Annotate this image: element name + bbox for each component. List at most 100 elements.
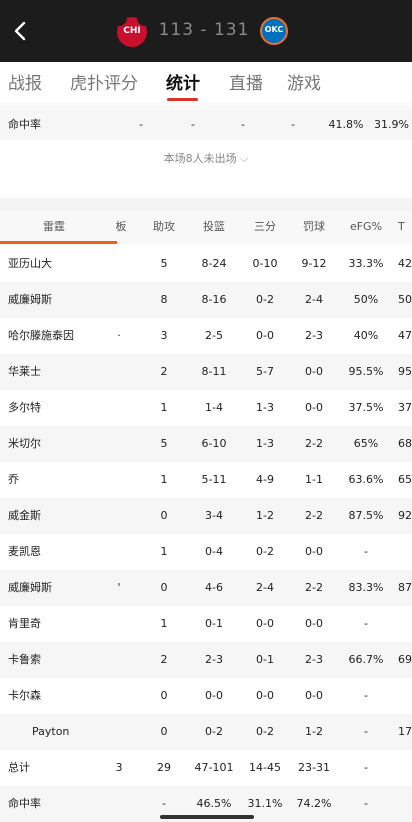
table-row[interactable]: 卡鲁索 2 2-3 0-1 2-3 66.7% 69	[0, 642, 412, 678]
prev-team-pct-value: -	[191, 118, 195, 131]
column-header: 罚球	[303, 220, 325, 233]
stat-cell: 2-2	[305, 437, 323, 450]
column-header: 助攻	[153, 220, 175, 233]
stats-table-header: 雷霆 板 助攻 投篮 三分 罚球 eFG% T	[0, 210, 412, 244]
stat-cell: 0	[160, 689, 168, 702]
bull-horn-right	[137, 18, 145, 26]
prev-team-pct-value: -	[241, 118, 245, 131]
stat-cell	[112, 678, 126, 714]
stat-cell: -	[364, 797, 368, 810]
stat-cell: 0-1	[256, 653, 274, 666]
stat-cell: 4-6	[205, 581, 223, 594]
stat-cell: -	[364, 689, 368, 702]
stat-cell: 8	[160, 293, 168, 306]
stat-cell: 42	[398, 257, 412, 270]
player-name[interactable]: 麦凯恩	[8, 534, 108, 570]
stat-cell: 1-3	[256, 437, 274, 450]
table-row[interactable]: 哈尔滕施泰因 · 3 2-5 0-0 2-3 40% 47	[0, 318, 412, 354]
stat-cell	[112, 714, 126, 750]
stat-cell: 5-11	[201, 473, 227, 486]
stat-cell: 0-2	[256, 725, 274, 738]
stat-cell: 5-7	[256, 365, 274, 378]
stat-cell: 0-0	[305, 545, 323, 558]
stat-cell: 5	[160, 257, 168, 270]
stat-cell: 63.6%	[348, 473, 384, 486]
stat-cell	[398, 678, 412, 714]
prev-team-pct-value: 41.8%	[328, 118, 364, 131]
stat-cell: 69	[398, 653, 412, 666]
player-name[interactable]: 哈尔滕施泰因	[8, 318, 108, 354]
column-header: eFG%	[349, 220, 383, 233]
stat-cell: 0	[160, 725, 168, 738]
player-name: 命中率	[8, 797, 41, 810]
stat-cell	[398, 750, 412, 786]
table-row[interactable]: 肯里奇 1 0-1 0-0 0-0 -	[0, 606, 412, 642]
game-score: 113 - 131	[158, 20, 250, 40]
player-name[interactable]: 肯里奇	[8, 606, 108, 642]
stat-cell: 14-45	[249, 761, 281, 774]
player-name[interactable]: 威廉姆斯	[8, 282, 108, 318]
home-team-logo[interactable]: CHI	[117, 17, 147, 47]
stat-cell: 83.3%	[348, 581, 384, 594]
stat-cell: 74.2%	[296, 797, 332, 810]
stat-cell: 0	[160, 509, 168, 522]
player-name[interactable]: 威廉姆斯	[8, 570, 108, 606]
player-name[interactable]: 卡尔森	[8, 678, 108, 714]
stat-cell: 40%	[353, 329, 379, 342]
tab-games[interactable]: 游戏	[287, 69, 321, 94]
away-team-logo[interactable]: OKC	[260, 17, 288, 45]
stat-cell: 1-1	[305, 473, 323, 486]
table-row[interactable]: 多尔特 1 1-4 1-3 0-0 37.5% 37	[0, 390, 412, 426]
table-row[interactable]: 威廉姆斯 ' 0 4-6 2-4 2-2 83.3% 87	[0, 570, 412, 606]
table-row[interactable]: 亚历山大 5 8-24 0-10 9-12 33.3% 42	[0, 246, 412, 282]
stat-cell: 68	[398, 437, 412, 450]
stat-cell: 23-31	[298, 761, 330, 774]
player-name[interactable]: 乔	[8, 462, 108, 498]
table-row[interactable]: 卡尔森 0 0-0 0-0 0-0 -	[0, 678, 412, 714]
player-name[interactable]: 亚历山大	[8, 246, 108, 282]
stat-cell: 0-0	[256, 689, 274, 702]
stat-cell	[112, 246, 126, 282]
stat-cell: 37.5%	[348, 401, 384, 414]
table-row[interactable]: 米切尔 5 6-10 1-3 2-2 65% 68	[0, 426, 412, 462]
table-row[interactable]: 乔 1 5-11 4-9 1-1 63.6% 65	[0, 462, 412, 498]
player-name[interactable]: 多尔特	[8, 390, 108, 426]
prev-team-pct-value: 31.9%	[374, 118, 409, 131]
stat-cell: ·	[117, 329, 121, 342]
tab-stats[interactable]: 统计	[166, 69, 200, 94]
table-row[interactable]: 麦凯恩 1 0-4 0-2 0-0 -	[0, 534, 412, 570]
stat-cell: 1	[160, 617, 168, 630]
player-name[interactable]: 米切尔	[8, 426, 108, 462]
prev-team-pct-value: -	[139, 118, 143, 131]
game-tabs: 战报 虎扑评分 统计 直播 游戏	[0, 62, 412, 102]
stat-cell: 50%	[353, 293, 379, 306]
stat-cell: -	[364, 761, 368, 774]
table-row[interactable]: 威金斯 0 3-4 1-2 2-2 87.5% 92	[0, 498, 412, 534]
stat-cell	[398, 786, 412, 822]
player-name[interactable]: 威金斯	[8, 498, 108, 534]
table-row[interactable]: 威廉姆斯 8 8-16 0-2 2-4 50% 50	[0, 282, 412, 318]
stat-cell: 0-0	[256, 617, 274, 630]
stat-cell: 47	[398, 329, 412, 342]
sep	[0, 198, 412, 210]
stat-cell: 1	[160, 545, 168, 558]
table-row[interactable]: 华莱士 2 8-11 5-7 0-0 95.5% 95	[0, 354, 412, 390]
tab-live[interactable]: 直播	[229, 69, 263, 94]
stat-cell: 65%	[353, 437, 379, 450]
stat-cell	[398, 606, 412, 642]
player-name[interactable]: 华莱士	[8, 354, 108, 390]
stat-cell: 29	[157, 761, 171, 774]
tab-hupu-rating[interactable]: 虎扑评分	[70, 69, 138, 94]
stat-cell: 50	[398, 293, 412, 306]
stat-cell: 0-4	[205, 545, 223, 558]
team-name-header[interactable]: 雷霆	[0, 210, 108, 244]
table-row[interactable]: Payton 0 0-2 0-2 1-2-17	[0, 714, 412, 750]
dnp-toggle[interactable]: 本场8人未出场 ⌵	[0, 150, 412, 166]
tab-report[interactable]: 战报	[8, 69, 42, 94]
stat-cell: 2-2	[305, 581, 323, 594]
stat-cell: 0-0	[305, 689, 323, 702]
stat-cell	[112, 534, 126, 570]
stat-cell: 0-0	[205, 689, 223, 702]
back-button[interactable]	[8, 18, 34, 44]
player-name[interactable]: 卡鲁索	[8, 642, 108, 678]
